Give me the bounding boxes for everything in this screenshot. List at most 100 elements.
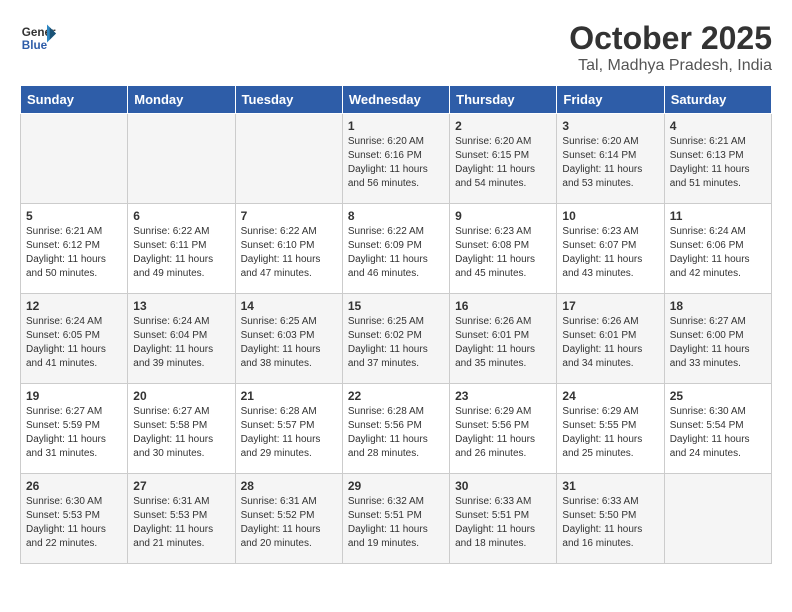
day-info: Sunrise: 6:29 AM Sunset: 5:56 PM Dayligh… xyxy=(455,405,551,461)
day-cell: 28 Sunrise: 6:31 AM Sunset: 5:52 PM Dayli… xyxy=(235,474,342,564)
day-cell: 15 Sunrise: 6:25 AM Sunset: 6:02 PM Dayli… xyxy=(342,294,449,384)
day-number: 14 xyxy=(241,299,337,313)
day-info: Sunrise: 6:33 AM Sunset: 5:51 PM Dayligh… xyxy=(455,495,551,551)
day-info: Sunrise: 6:22 AM Sunset: 6:10 PM Dayligh… xyxy=(241,225,337,281)
day-number: 8 xyxy=(348,209,444,223)
day-info: Sunrise: 6:28 AM Sunset: 5:56 PM Dayligh… xyxy=(348,405,444,461)
day-number: 11 xyxy=(670,209,766,223)
day-number: 21 xyxy=(241,389,337,403)
day-cell: 11 Sunrise: 6:24 AM Sunset: 6:06 PM Dayli… xyxy=(664,204,771,294)
day-number: 28 xyxy=(241,479,337,493)
header: General Blue October 2025 Tal, Madhya Pr… xyxy=(20,20,772,75)
day-number: 31 xyxy=(562,479,658,493)
day-info: Sunrise: 6:27 AM Sunset: 6:00 PM Dayligh… xyxy=(670,315,766,371)
day-number: 20 xyxy=(133,389,229,403)
day-number: 5 xyxy=(26,209,122,223)
header-cell-saturday: Saturday xyxy=(664,86,771,114)
day-cell: 6 Sunrise: 6:22 AM Sunset: 6:11 PM Daylig… xyxy=(128,204,235,294)
day-cell: 20 Sunrise: 6:27 AM Sunset: 5:58 PM Dayli… xyxy=(128,384,235,474)
day-info: Sunrise: 6:24 AM Sunset: 6:05 PM Dayligh… xyxy=(26,315,122,371)
day-info: Sunrise: 6:29 AM Sunset: 5:55 PM Dayligh… xyxy=(562,405,658,461)
day-cell: 31 Sunrise: 6:33 AM Sunset: 5:50 PM Dayli… xyxy=(557,474,664,564)
header-cell-monday: Monday xyxy=(128,86,235,114)
day-cell: 10Sunrise: 6:23 AM Sunset: 6:07 PM Dayli… xyxy=(557,204,664,294)
day-number: 9 xyxy=(455,209,551,223)
header-cell-tuesday: Tuesday xyxy=(235,86,342,114)
calendar-title: October 2025 xyxy=(569,20,772,57)
day-info: Sunrise: 6:30 AM Sunset: 5:53 PM Dayligh… xyxy=(26,495,122,551)
day-info: Sunrise: 6:26 AM Sunset: 6:01 PM Dayligh… xyxy=(455,315,551,371)
day-number: 13 xyxy=(133,299,229,313)
day-cell: 13 Sunrise: 6:24 AM Sunset: 6:04 PM Dayli… xyxy=(128,294,235,384)
day-number: 16 xyxy=(455,299,551,313)
day-info: Sunrise: 6:30 AM Sunset: 5:54 PM Dayligh… xyxy=(670,405,766,461)
day-number: 29 xyxy=(348,479,444,493)
day-cell: 29Sunrise: 6:32 AM Sunset: 5:51 PM Dayli… xyxy=(342,474,449,564)
week-row-2: 12 Sunrise: 6:24 AM Sunset: 6:05 PM Dayli… xyxy=(21,294,772,384)
svg-text:Blue: Blue xyxy=(22,39,48,52)
day-info: Sunrise: 6:25 AM Sunset: 6:02 PM Dayligh… xyxy=(348,315,444,371)
day-info: Sunrise: 6:24 AM Sunset: 6:06 PM Dayligh… xyxy=(670,225,766,281)
day-number: 19 xyxy=(26,389,122,403)
day-cell: 2Sunrise: 6:20 AM Sunset: 6:15 PM Daylig… xyxy=(450,114,557,204)
day-info: Sunrise: 6:31 AM Sunset: 5:53 PM Dayligh… xyxy=(133,495,229,551)
day-cell: 27 Sunrise: 6:31 AM Sunset: 5:53 PM Dayli… xyxy=(128,474,235,564)
day-number: 3 xyxy=(562,119,658,133)
day-cell: 17 Sunrise: 6:26 AM Sunset: 6:01 PM Dayli… xyxy=(557,294,664,384)
day-info: Sunrise: 6:26 AM Sunset: 6:01 PM Dayligh… xyxy=(562,315,658,371)
day-cell xyxy=(21,114,128,204)
day-info: Sunrise: 6:25 AM Sunset: 6:03 PM Dayligh… xyxy=(241,315,337,371)
week-row-4: 26 Sunrise: 6:30 AM Sunset: 5:53 PM Dayli… xyxy=(21,474,772,564)
logo: General Blue xyxy=(20,20,56,56)
day-number: 1 xyxy=(348,119,444,133)
day-number: 6 xyxy=(133,209,229,223)
day-cell: 21 Sunrise: 6:28 AM Sunset: 5:57 PM Dayli… xyxy=(235,384,342,474)
day-cell: 26 Sunrise: 6:30 AM Sunset: 5:53 PM Dayli… xyxy=(21,474,128,564)
header-row: SundayMondayTuesdayWednesdayThursdayFrid… xyxy=(21,86,772,114)
header-cell-wednesday: Wednesday xyxy=(342,86,449,114)
header-cell-friday: Friday xyxy=(557,86,664,114)
day-info: Sunrise: 6:28 AM Sunset: 5:57 PM Dayligh… xyxy=(241,405,337,461)
day-cell: 5Sunrise: 6:21 AM Sunset: 6:12 PM Daylig… xyxy=(21,204,128,294)
day-number: 26 xyxy=(26,479,122,493)
day-cell: 23Sunrise: 6:29 AM Sunset: 5:56 PM Dayli… xyxy=(450,384,557,474)
day-number: 17 xyxy=(562,299,658,313)
calendar-table: SundayMondayTuesdayWednesdayThursdayFrid… xyxy=(20,85,772,564)
day-cell: 14 Sunrise: 6:25 AM Sunset: 6:03 PM Dayli… xyxy=(235,294,342,384)
day-number: 18 xyxy=(670,299,766,313)
day-cell: 12 Sunrise: 6:24 AM Sunset: 6:05 PM Dayli… xyxy=(21,294,128,384)
day-info: Sunrise: 6:22 AM Sunset: 6:09 PM Dayligh… xyxy=(348,225,444,281)
day-number: 7 xyxy=(241,209,337,223)
title-section: October 2025 Tal, Madhya Pradesh, India xyxy=(569,20,772,75)
day-info: Sunrise: 6:27 AM Sunset: 5:58 PM Dayligh… xyxy=(133,405,229,461)
header-cell-sunday: Sunday xyxy=(21,86,128,114)
day-number: 10 xyxy=(562,209,658,223)
day-number: 4 xyxy=(670,119,766,133)
day-number: 27 xyxy=(133,479,229,493)
day-info: Sunrise: 6:23 AM Sunset: 6:08 PM Dayligh… xyxy=(455,225,551,281)
day-cell: 9 Sunrise: 6:23 AM Sunset: 6:08 PM Daylig… xyxy=(450,204,557,294)
day-info: Sunrise: 6:27 AM Sunset: 5:59 PM Dayligh… xyxy=(26,405,122,461)
day-info: Sunrise: 6:24 AM Sunset: 6:04 PM Dayligh… xyxy=(133,315,229,371)
day-info: Sunrise: 6:22 AM Sunset: 6:11 PM Dayligh… xyxy=(133,225,229,281)
day-info: Sunrise: 6:20 AM Sunset: 6:16 PM Dayligh… xyxy=(348,135,444,191)
week-row-3: 19 Sunrise: 6:27 AM Sunset: 5:59 PM Dayli… xyxy=(21,384,772,474)
day-cell: 24 Sunrise: 6:29 AM Sunset: 5:55 PM Dayli… xyxy=(557,384,664,474)
day-cell xyxy=(664,474,771,564)
day-number: 30 xyxy=(455,479,551,493)
day-cell: 3 Sunrise: 6:20 AM Sunset: 6:14 PM Daylig… xyxy=(557,114,664,204)
day-number: 12 xyxy=(26,299,122,313)
day-cell: 16 Sunrise: 6:26 AM Sunset: 6:01 PM Dayli… xyxy=(450,294,557,384)
day-cell: 30 Sunrise: 6:33 AM Sunset: 5:51 PM Dayli… xyxy=(450,474,557,564)
week-row-0: 1 Sunrise: 6:20 AM Sunset: 6:16 PM Daylig… xyxy=(21,114,772,204)
header-cell-thursday: Thursday xyxy=(450,86,557,114)
day-info: Sunrise: 6:31 AM Sunset: 5:52 PM Dayligh… xyxy=(241,495,337,551)
day-number: 22 xyxy=(348,389,444,403)
day-info: Sunrise: 6:20 AM Sunset: 6:14 PM Dayligh… xyxy=(562,135,658,191)
day-cell: 1 Sunrise: 6:20 AM Sunset: 6:16 PM Daylig… xyxy=(342,114,449,204)
day-number: 25 xyxy=(670,389,766,403)
day-number: 24 xyxy=(562,389,658,403)
day-number: 15 xyxy=(348,299,444,313)
day-info: Sunrise: 6:33 AM Sunset: 5:50 PM Dayligh… xyxy=(562,495,658,551)
week-row-1: 5Sunrise: 6:21 AM Sunset: 6:12 PM Daylig… xyxy=(21,204,772,294)
